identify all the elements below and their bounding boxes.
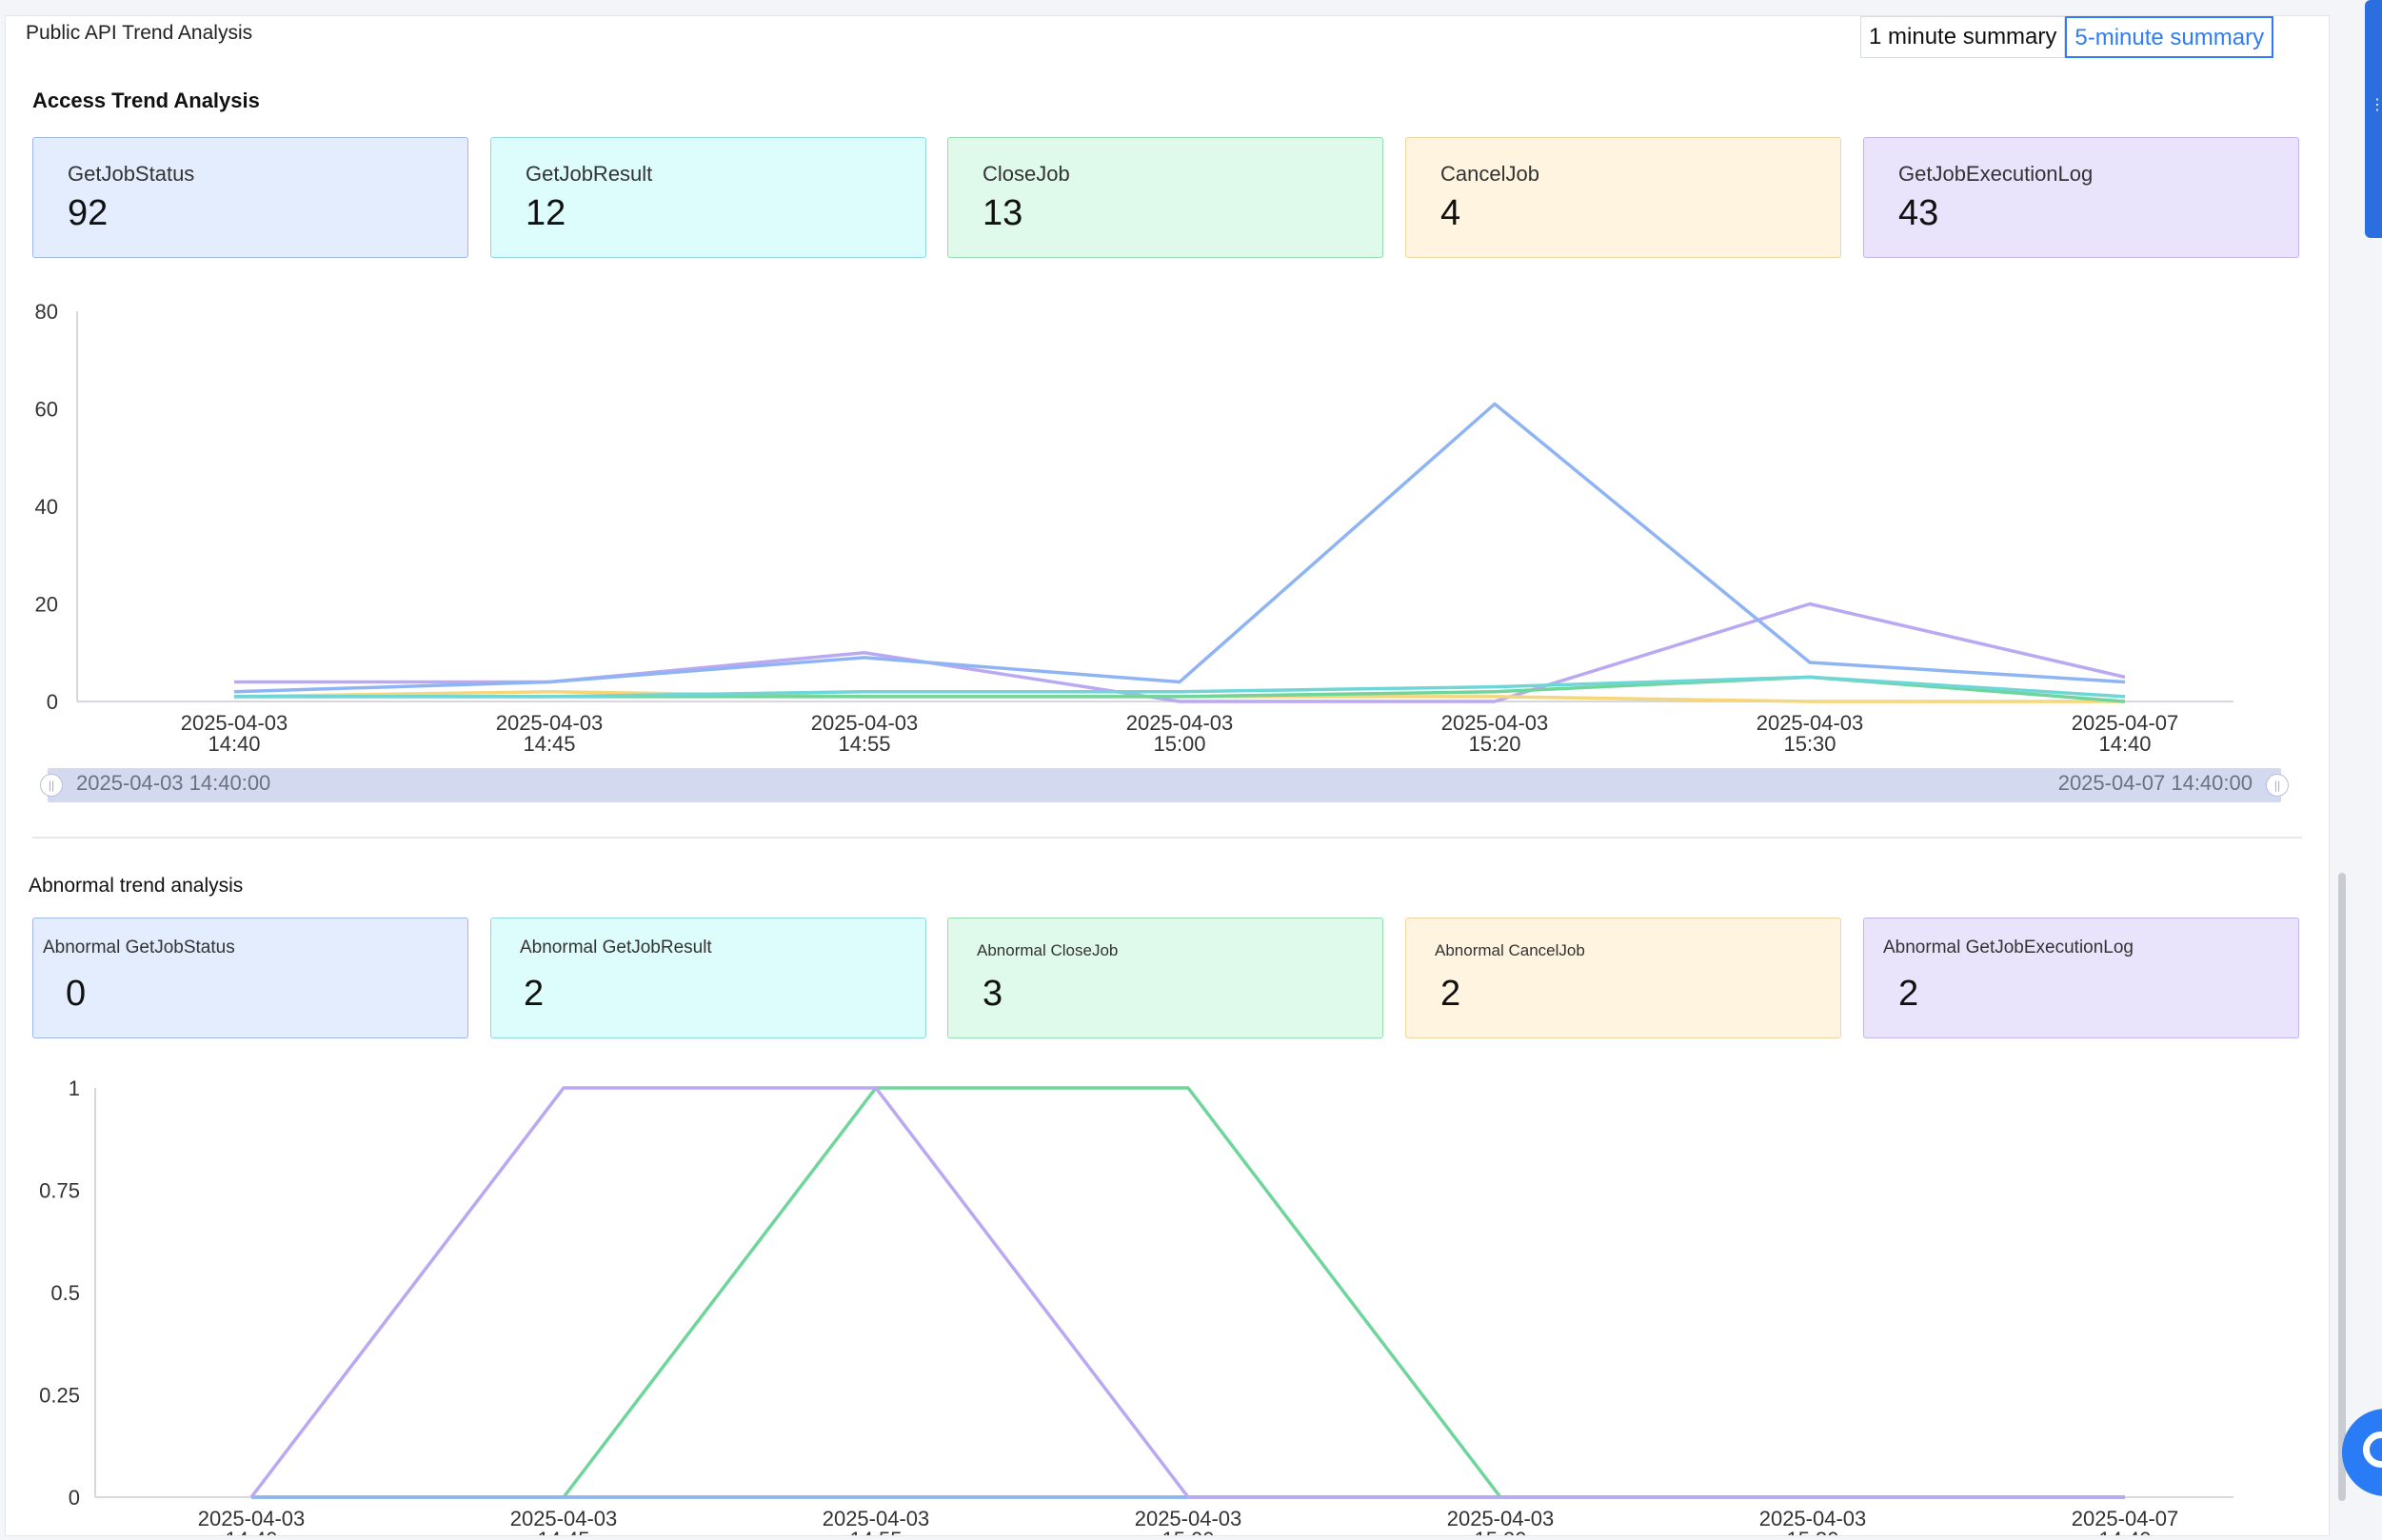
section-divider [32, 837, 2302, 839]
slider-end-handle[interactable]: || [2266, 774, 2289, 797]
y-tick-label: 0.5 [50, 1281, 80, 1305]
card-label: GetJobExecutionLog [1898, 162, 2094, 186]
access-card-getjobexecutionlog: GetJobExecutionLog 43 [1863, 137, 2299, 258]
five-minute-summary-button[interactable]: 5-minute summary [2065, 16, 2274, 58]
series-line-closejob [251, 1086, 2125, 1499]
abnormal-card-getjobexecutionlog: Abnormal GetJobExecutionLog 2 [1863, 918, 2299, 1038]
card-value: 12 [526, 193, 566, 233]
y-tick-label: 1 [69, 1076, 80, 1100]
card-value: 2 [1440, 974, 1461, 1014]
card-label: GetJobStatus [68, 162, 195, 186]
card-value: 3 [983, 974, 1003, 1014]
access-card-closejob: CloseJob 13 [947, 137, 1383, 258]
x-tick-label-time: 14:40 [225, 1528, 277, 1535]
abnormal-card-canceljob: Abnormal CancelJob 2 [1405, 918, 1841, 1038]
abnormal-card-closejob: Abnormal CloseJob 3 [947, 918, 1383, 1038]
slider-start-label: 2025-04-03 14:40:00 [76, 771, 271, 795]
vertical-scrollbar[interactable] [2338, 873, 2346, 1501]
x-tick-label-time: 14:55 [849, 1528, 902, 1535]
abnormal-card-getjobstatus: Abnormal GetJobStatus 0 [32, 918, 468, 1038]
x-tick-label-time: 14:40 [2098, 732, 2151, 756]
abnormal-card-getjobresult: Abnormal GetJobResult 2 [490, 918, 926, 1038]
card-label: GetJobResult [526, 162, 653, 186]
x-tick-label-time: 15:20 [1474, 1528, 1526, 1535]
y-tick-label: 0.75 [39, 1179, 80, 1203]
x-tick-label-time: 15:20 [1468, 732, 1520, 756]
assistant-icon [2363, 1431, 2382, 1468]
card-value: 2 [1898, 974, 1919, 1014]
y-tick-label: 0.25 [39, 1384, 80, 1408]
card-label: Abnormal GetJobResult [520, 938, 712, 958]
access-card-canceljob: CancelJob 4 [1405, 137, 1841, 258]
series-line-getjobexecutionlog [234, 602, 2126, 703]
y-tick-label: 0 [47, 690, 58, 714]
summary-toggle: 1 minute summary 5-minute summary [1860, 16, 2274, 58]
series-line-getjobexecutionlog [249, 1086, 2125, 1499]
page-title: Public API Trend Analysis [26, 22, 253, 44]
access-card-getjobstatus: GetJobStatus 92 [32, 137, 468, 258]
y-tick-label: 0 [69, 1486, 80, 1510]
access-trend-chart: 8060402002025-04-0314:402025-04-0314:452… [35, 300, 2233, 756]
x-tick-label-time: 15:00 [1153, 732, 1205, 756]
x-tick-label-time: 14:55 [838, 732, 890, 756]
y-tick-label: 80 [35, 300, 58, 324]
side-panel-tab[interactable]: ⋮ [2365, 0, 2382, 238]
x-tick-label-time: 14:45 [537, 1528, 589, 1535]
slider-track [48, 768, 2281, 802]
slider-end-label: 2025-04-07 14:40:00 [2057, 771, 2253, 795]
x-tick-label-time: 15:30 [1783, 732, 1836, 756]
x-tick-label-time: 14:40 [2098, 1528, 2151, 1535]
x-tick-label-time: 14:40 [208, 732, 260, 756]
time-range-slider[interactable]: || 2025-04-03 14:40:00 2025-04-07 14:40:… [40, 768, 2289, 802]
card-label: CancelJob [1440, 162, 1539, 186]
card-label: Abnormal CancelJob [1435, 941, 1585, 959]
help-assistant-button[interactable] [2342, 1409, 2382, 1496]
card-value: 92 [68, 193, 109, 233]
card-value: 4 [1440, 193, 1461, 233]
one-minute-summary-button[interactable]: 1 minute summary [1860, 16, 2066, 58]
card-label: Abnormal CloseJob [977, 941, 1119, 959]
access-card-getjobresult: GetJobResult 12 [490, 137, 926, 258]
dashboard-panel: Public API Trend Analysis 1 minute summa… [5, 15, 2346, 1536]
card-value: 13 [983, 193, 1023, 233]
abnormal-trend-chart: 10.750.50.2502025-04-0314:402025-04-0314… [39, 1076, 2233, 1535]
access-section-title: Access Trend Analysis [32, 89, 260, 112]
x-tick-label-time: 14:45 [523, 732, 575, 756]
grip-icon: ⋮ [2370, 97, 2382, 113]
card-label: Abnormal GetJobStatus [43, 938, 235, 958]
card-label: CloseJob [983, 162, 1070, 186]
abnormal-section-title: Abnormal trend analysis [29, 875, 244, 897]
card-value: 0 [66, 974, 87, 1014]
card-value: 2 [524, 974, 545, 1014]
x-tick-label-time: 15:30 [1786, 1528, 1838, 1535]
card-value: 43 [1898, 193, 1939, 233]
series-line-getjobstatus [233, 402, 2126, 694]
y-tick-label: 40 [35, 495, 58, 519]
y-tick-label: 20 [35, 593, 58, 617]
slider-start-handle[interactable]: || [40, 774, 63, 797]
y-tick-label: 60 [35, 398, 58, 422]
x-tick-label-time: 15:00 [1161, 1528, 1214, 1535]
card-label: Abnormal GetJobExecutionLog [1883, 938, 2134, 958]
